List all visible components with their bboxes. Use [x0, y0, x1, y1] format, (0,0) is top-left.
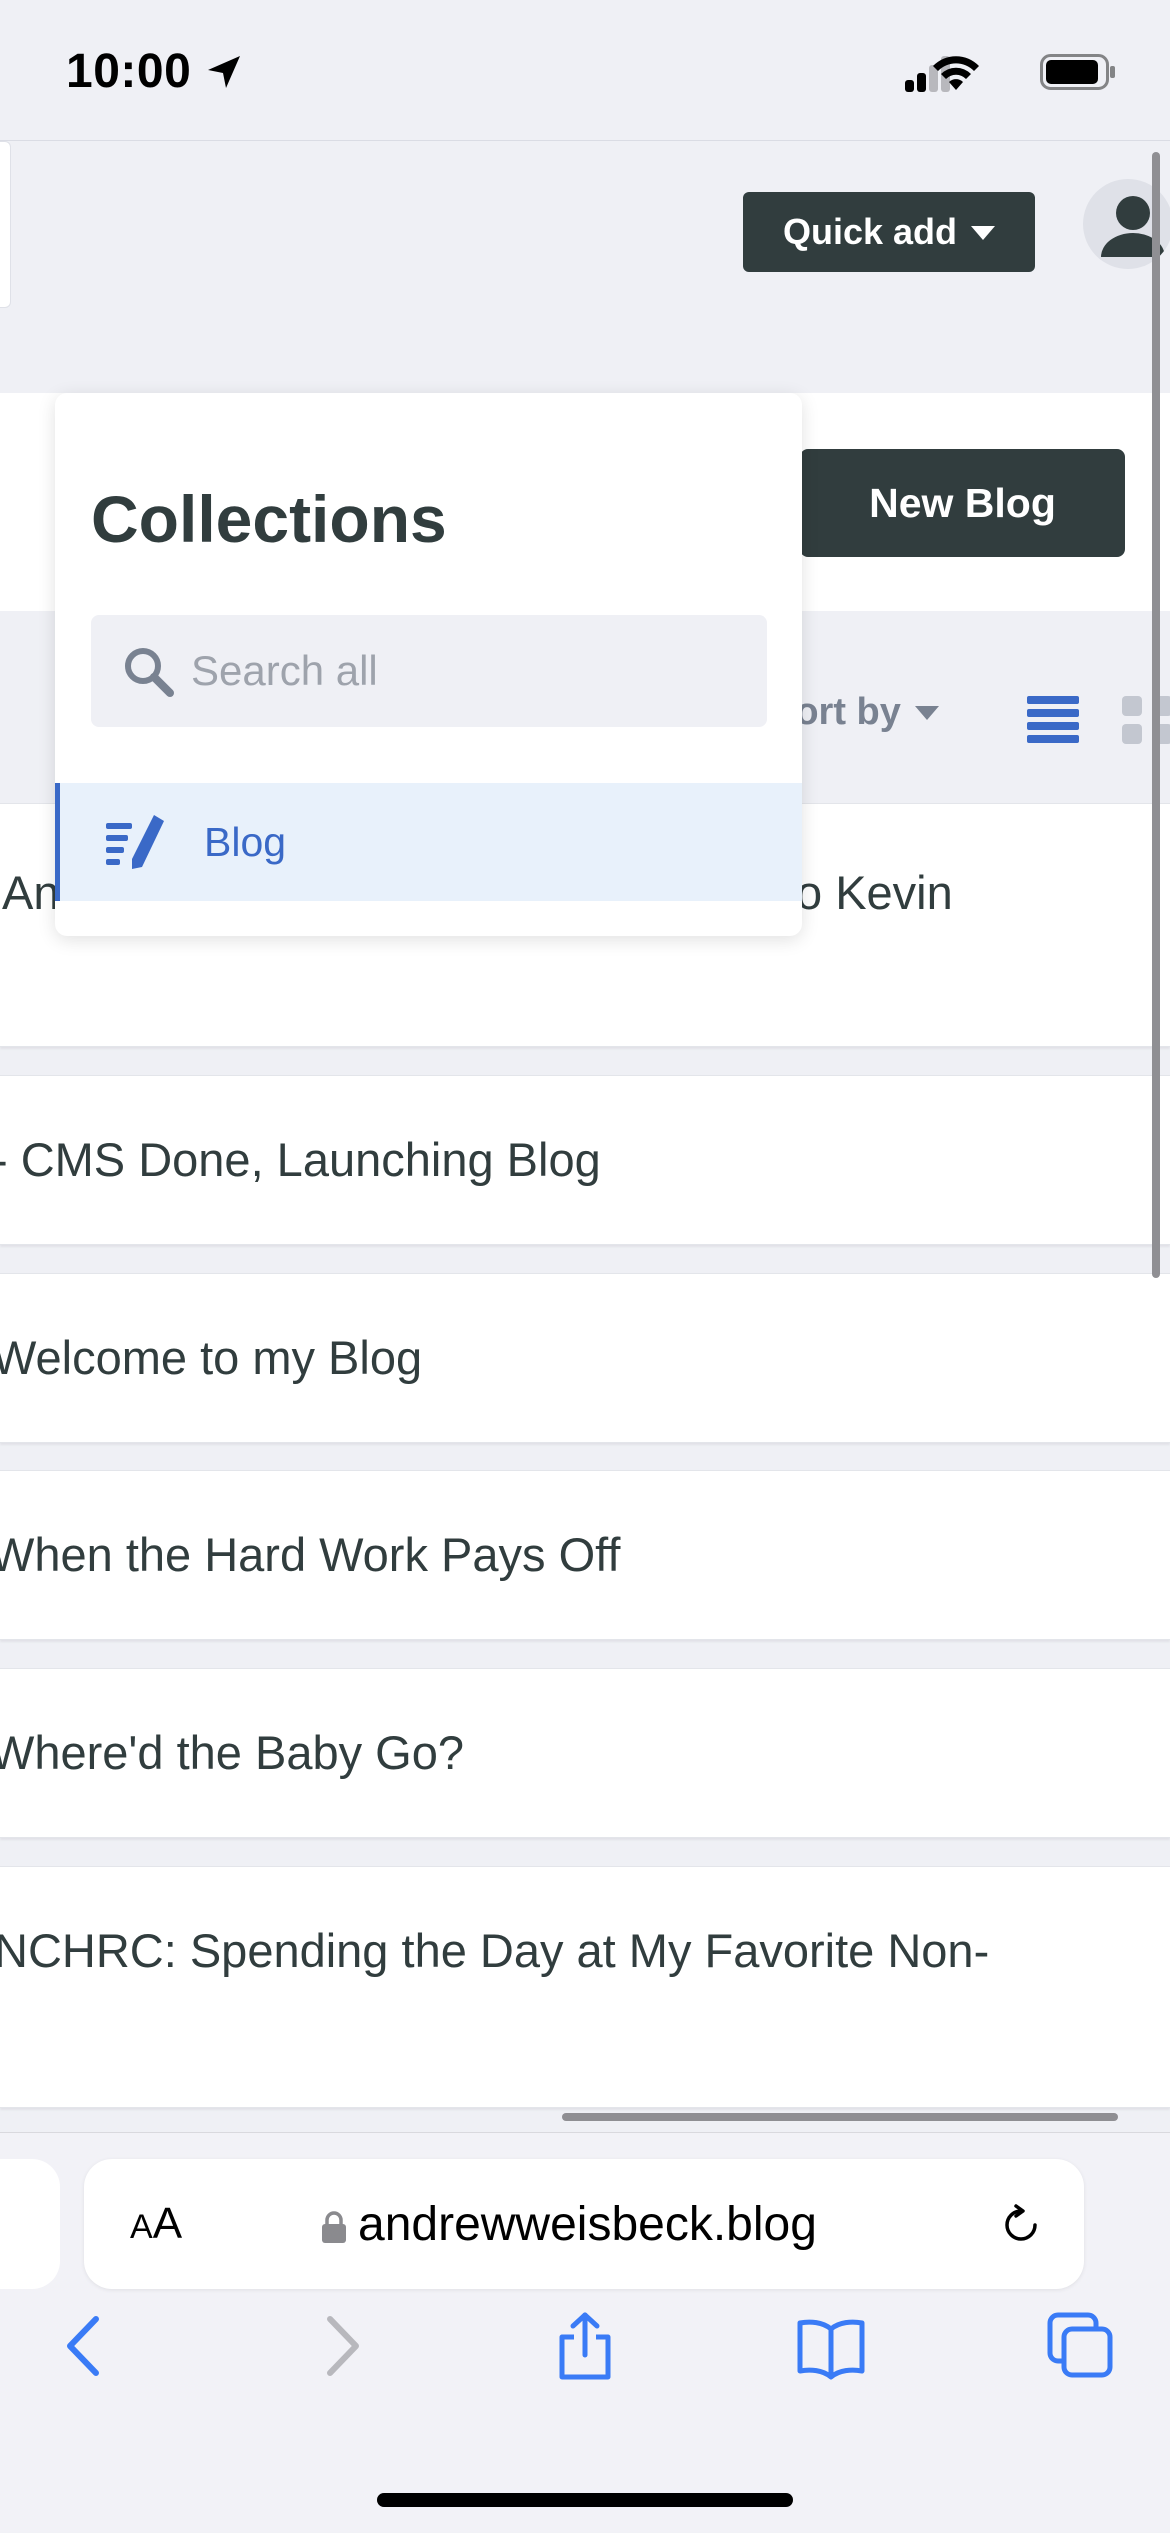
vertical-scrollbar[interactable] — [1152, 152, 1160, 1278]
entry-title: An — [2, 866, 60, 919]
home-indicator — [377, 2493, 793, 2507]
entry-title: Where'd the Baby Go? — [0, 1726, 465, 1779]
grid-view-icon[interactable] — [1120, 692, 1170, 748]
collection-item-blog[interactable]: Blog — [55, 783, 802, 901]
entry-title: - CMS Done, Launching Blog — [0, 1133, 601, 1186]
back-icon[interactable] — [52, 2311, 122, 2381]
list-view-icon[interactable] — [1025, 692, 1081, 748]
new-entry-button[interactable]: New Blog — [800, 449, 1125, 557]
entry-card[interactable]: NCHRC: Spending the Day at My Favorite N… — [0, 1866, 1170, 2108]
caret-down-icon — [971, 226, 996, 240]
text-size-small-letter: A — [130, 2208, 153, 2246]
caret-down-icon — [914, 705, 939, 720]
address-bar[interactable]: AA andrewweisbeck.blog — [84, 2159, 1084, 2289]
entry-title: NCHRC: Spending the Day at My Favorite N… — [0, 1924, 990, 1977]
forward-icon[interactable] — [304, 2311, 374, 2381]
quick-add-button[interactable]: Quick add — [743, 192, 1035, 272]
search-placeholder: Search all — [191, 647, 378, 694]
collection-item-label: Blog — [204, 818, 287, 865]
horizontal-scrollbar[interactable] — [562, 2113, 1118, 2121]
url-text: andrewweisbeck.blog — [358, 2198, 817, 2251]
location-arrow-icon — [208, 56, 240, 88]
entry-title-tail: o Kevin — [796, 866, 953, 919]
status-time: 10:00 — [66, 45, 192, 98]
reload-icon[interactable] — [1000, 2203, 1042, 2247]
entry-card[interactable]: Welcome to my Blog — [0, 1273, 1170, 1443]
wifi-icon — [933, 56, 979, 90]
lock-icon — [322, 2211, 346, 2243]
entry-card[interactable]: When the Hard Work Pays Off — [0, 1470, 1170, 1640]
browser-toolbar: AA andrewweisbeck.blog — [0, 2132, 1170, 2533]
entry-title: Welcome to my Blog — [0, 1331, 423, 1384]
entry-card[interactable]: - CMS Done, Launching Blog — [0, 1075, 1170, 1245]
side-panel-edge — [0, 141, 11, 308]
previous-tab-preview[interactable] — [0, 2159, 60, 2289]
entry-card[interactable]: Where'd the Baby Go? — [0, 1668, 1170, 1838]
search-icon — [125, 648, 174, 697]
blog-pen-icon — [106, 815, 164, 869]
text-size-button[interactable]: AA — [130, 2199, 182, 2249]
collections-heading: Collections — [91, 482, 447, 556]
bookmarks-icon[interactable] — [796, 2311, 866, 2381]
status-bar: 10:00 — [0, 0, 1170, 140]
quick-add-label: Quick add — [782, 211, 958, 252]
battery-icon — [1040, 54, 1115, 90]
text-size-large-letter: A — [152, 2199, 183, 2248]
entry-title: When the Hard Work Pays Off — [0, 1528, 621, 1581]
collections-dropdown: Collections Search all Blog — [55, 393, 802, 936]
collections-search-input[interactable]: Search all — [91, 615, 767, 727]
share-icon[interactable] — [550, 2311, 620, 2381]
app-header: Quick add — [0, 140, 1170, 391]
tabs-icon[interactable] — [1046, 2311, 1116, 2381]
